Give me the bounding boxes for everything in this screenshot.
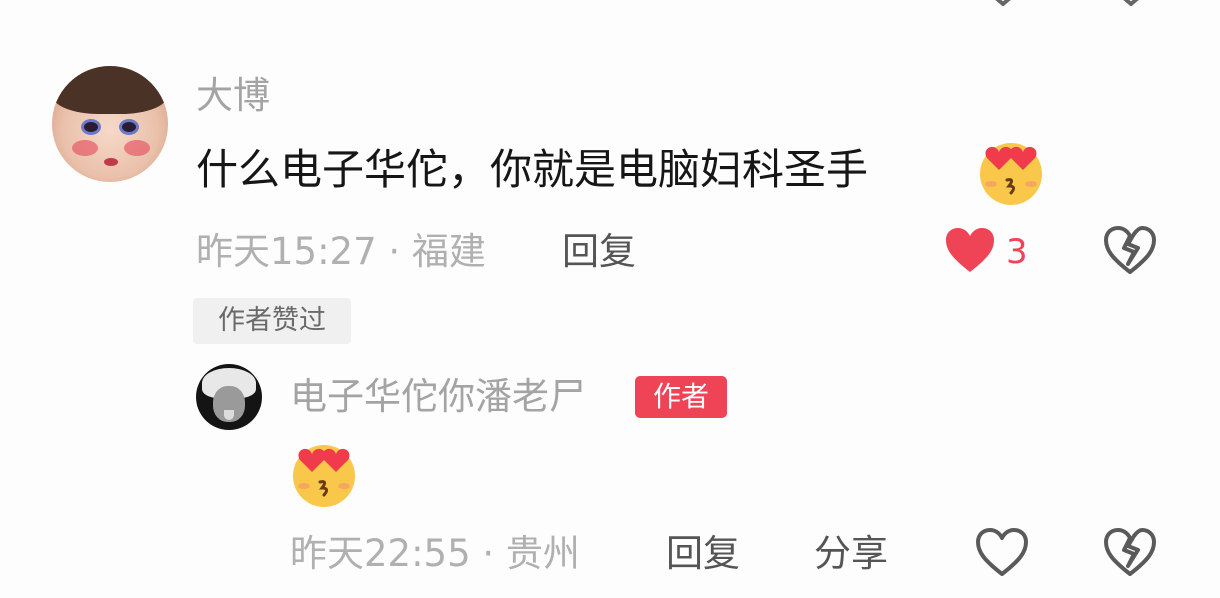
commenter-avatar[interactable]	[52, 66, 168, 182]
reply-broken-heart-icon[interactable]	[1104, 528, 1156, 578]
broken-heart-icon[interactable]	[1104, 226, 1156, 276]
comment-text: 什么电子华佗，你就是电脑妇科圣手	[196, 145, 869, 194]
like-count: 3	[1006, 232, 1028, 272]
heart-filled-icon[interactable]	[944, 226, 996, 276]
previous-broken-heart-icon[interactable]	[1106, 0, 1156, 6]
comment-reply-button[interactable]: 回复	[562, 230, 636, 274]
author-badge: 作者	[635, 376, 727, 418]
liked-by-author-tag: 作者赞过	[193, 298, 351, 344]
reply-time-location: 昨天22:55 · 贵州	[290, 532, 580, 575]
heart-outline-icon[interactable]	[976, 528, 1028, 578]
reply-heart-eyes-kissing-emoji	[286, 438, 362, 508]
commenter-username[interactable]: 大博	[196, 74, 270, 118]
previous-comment-remnant	[196, 0, 656, 4]
comment-time-location: 昨天15:27 · 福建	[196, 230, 486, 273]
heart-eyes-kissing-emoji	[973, 136, 1049, 206]
author-username[interactable]: 电子华佗你潘老尸	[290, 375, 586, 419]
share-button[interactable]: 分享	[814, 532, 888, 576]
previous-heart-outline-icon[interactable]	[978, 0, 1028, 6]
reply-reply-button[interactable]: 回复	[666, 532, 740, 576]
author-avatar[interactable]	[196, 364, 262, 430]
